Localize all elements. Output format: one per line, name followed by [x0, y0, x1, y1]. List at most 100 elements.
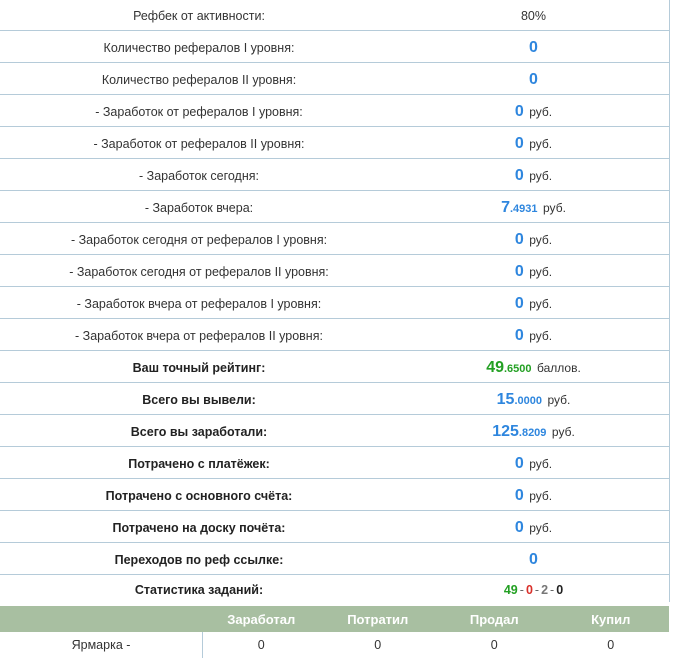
earnings-yesterday-l2-row: - Заработок вчера от рефералов II уровня… — [0, 319, 669, 351]
row-label: - Заработок вчера: — [144, 200, 254, 215]
earnings-today-l2-row: - Заработок сегодня от рефералов II уров… — [0, 255, 669, 287]
spent-main-account-row: Потрачено с основного счёта: 0 руб. — [0, 479, 669, 511]
row-value: 15.0000 руб. — [398, 389, 669, 409]
ref-link-clicks-row: Переходов по реф ссылке: 0 — [0, 543, 669, 575]
row-label: Статистика заданий: — [134, 582, 264, 597]
row-value: 0 руб. — [398, 165, 669, 185]
row-value: 0 руб. — [398, 325, 669, 345]
market-cell: 0 — [490, 638, 498, 652]
value-unit: руб. — [551, 424, 575, 439]
column-header: Потратил — [347, 611, 409, 627]
table-row: Ярмарка - 0 0 0 0 — [0, 632, 669, 658]
row-label: Ваш точный рейтинг: — [132, 360, 266, 375]
row-value: 0 — [398, 37, 669, 57]
value-integer: 15 — [496, 390, 515, 408]
total-withdrawn-row: Всего вы вывели: 15.0000 руб. — [0, 383, 669, 415]
row-value: 0 руб. — [398, 101, 669, 121]
row-value: 80% — [398, 7, 669, 23]
column-header: Продал — [469, 611, 519, 627]
referrals-l2-count-row: Количество рефералов II уровня: 0 — [0, 63, 669, 95]
value-integer: 0 — [514, 454, 524, 472]
market-table: Заработал Потратил Продал Купил Ярмарка … — [0, 606, 669, 658]
earnings-yesterday-l1-row: - Заработок вчера от рефералов I уровня:… — [0, 287, 669, 319]
earnings-l1-row: - Заработок от рефералов I уровня: 0 руб… — [0, 95, 669, 127]
row-label: Потрачено с основного счёта: — [105, 488, 293, 503]
row-value: 0 — [398, 69, 669, 89]
value-integer: 0 — [514, 230, 524, 248]
row-value: 0 руб. — [398, 293, 669, 313]
spent-honor-board-row: Потрачено на доску почёта: 0 руб. — [0, 511, 669, 543]
row-value: 0 руб. — [398, 229, 669, 249]
value-integer: 0 — [514, 134, 524, 152]
value-unit: руб. — [529, 520, 553, 535]
exact-rating-row: Ваш точный рейтинг: 49.6500 баллов. — [0, 351, 669, 383]
separator: - — [550, 582, 555, 597]
row-label: Потрачено с платёжек: — [128, 456, 270, 471]
value-unit: руб. — [529, 328, 553, 343]
column-header: Купил — [591, 611, 631, 627]
earnings-today-l1-row: - Заработок сегодня от рефералов I уровн… — [0, 223, 669, 255]
refback-row: Рефбек от активности: 80% — [0, 0, 669, 31]
value-fraction: .8209 — [518, 426, 547, 439]
market-row-label: Ярмарка - — [0, 632, 203, 658]
value-integer: 0 — [514, 486, 524, 504]
row-value: 49.6500 баллов. — [398, 357, 669, 377]
separator: - — [519, 582, 524, 597]
value-integer: 125 — [492, 422, 519, 440]
row-label: Количество рефералов II уровня: — [101, 72, 297, 87]
row-label: - Заработок сегодня от рефералов I уровн… — [70, 232, 328, 247]
value-integer: 0 — [514, 294, 524, 312]
value-integer: 0 — [529, 38, 538, 56]
value-fraction: .6500 — [503, 362, 532, 375]
row-value: 0 руб. — [398, 517, 669, 537]
value-fraction: .0000 — [514, 394, 542, 407]
row-label: Переходов по реф ссылке: — [114, 552, 284, 567]
value-fraction: .4931 — [510, 202, 538, 215]
value-integer: 0 — [514, 518, 524, 536]
account-stats-table: Рефбек от активности: 80% Количество реф… — [0, 0, 670, 602]
earnings-today-row: - Заработок сегодня: 0 руб. — [0, 159, 669, 191]
value-integer: 0 — [529, 70, 538, 88]
row-value: 0 руб. — [398, 485, 669, 505]
value-integer: 49 — [486, 358, 504, 376]
refback-percent: 80% — [520, 9, 547, 23]
column-header: Заработал — [227, 611, 296, 627]
value-unit: руб. — [529, 232, 553, 247]
row-value: 7.4931 руб. — [398, 197, 669, 217]
value-unit: руб. — [529, 136, 553, 151]
value-integer: 0 — [514, 166, 524, 184]
row-value: 0 руб. — [398, 261, 669, 281]
spent-payments-row: Потрачено с платёжек: 0 руб. — [0, 447, 669, 479]
value-unit: руб. — [529, 456, 553, 471]
market-cell: 0 — [374, 638, 382, 652]
value-integer: 0 — [514, 326, 524, 344]
row-label: Потрачено на доску почёта: — [112, 520, 286, 535]
market-cell: 0 — [607, 638, 615, 652]
row-label: Всего вы заработали: — [130, 424, 268, 439]
tasks-other: 0 — [556, 582, 564, 597]
earnings-yesterday-row: - Заработок вчера: 7.4931 руб. — [0, 191, 669, 223]
task-stats-value: 49-0-2-0 — [398, 581, 669, 597]
row-label: - Заработок вчера от рефералов I уровня: — [76, 296, 322, 311]
value-integer: 0 — [514, 262, 524, 280]
row-value: 125.8209 руб. — [398, 421, 669, 441]
row-label: - Заработок вчера от рефералов II уровня… — [75, 328, 323, 343]
row-label: - Заработок от рефералов I уровня: — [95, 104, 303, 119]
total-earned-row: Всего вы заработали: 125.8209 руб. — [0, 415, 669, 447]
value-unit: руб. — [547, 392, 571, 407]
market-header-row: Заработал Потратил Продал Купил — [0, 606, 669, 632]
row-value: 0 руб. — [398, 133, 669, 153]
value-integer: 0 — [529, 550, 538, 568]
value-unit: руб. — [529, 264, 553, 279]
row-value: 0 руб. — [398, 453, 669, 473]
earnings-l2-row: - Заработок от рефералов II уровня: 0 ру… — [0, 127, 669, 159]
value-integer: 7 — [501, 198, 510, 216]
value-unit: руб. — [529, 488, 553, 503]
value-unit: руб. — [543, 200, 566, 215]
tasks-pending: 2 — [541, 582, 549, 597]
row-label: Всего вы вывели: — [142, 392, 256, 407]
row-label: - Заработок от рефералов II уровня: — [93, 136, 305, 151]
value-unit: баллов. — [537, 360, 581, 375]
value-unit: руб. — [529, 168, 553, 183]
tasks-rejected: 0 — [525, 582, 533, 597]
